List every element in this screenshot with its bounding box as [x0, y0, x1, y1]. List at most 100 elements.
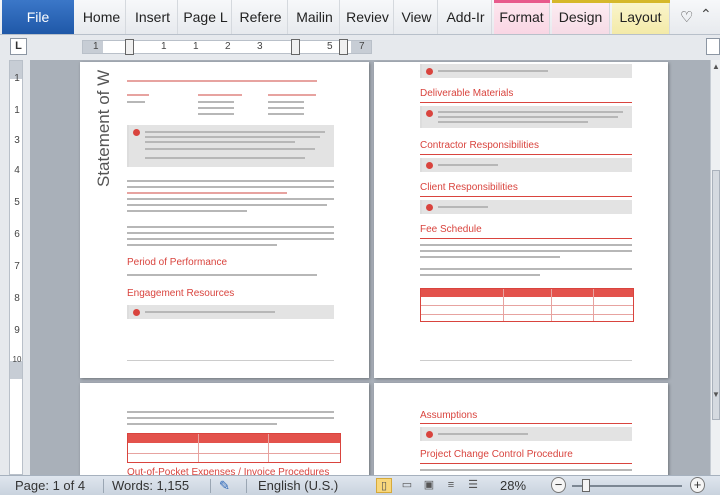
text-line — [127, 186, 334, 188]
table-header-row — [128, 434, 340, 443]
text-line — [127, 417, 334, 419]
info-icon — [426, 110, 433, 117]
document-page-1[interactable]: Statement of W Period of Performance Eng… — [80, 62, 369, 378]
text-line — [127, 244, 277, 246]
info-icon — [426, 162, 433, 169]
vruler-number: 10 — [12, 355, 22, 364]
right-indent-marker[interactable] — [339, 39, 348, 55]
text-line — [145, 141, 295, 143]
info-icon — [426, 204, 433, 211]
tab-layout[interactable]: Layout — [612, 0, 670, 34]
text-line — [127, 80, 317, 82]
info-icon — [426, 431, 433, 438]
info-icon — [426, 68, 433, 75]
text-line — [127, 198, 334, 200]
text-line — [145, 131, 325, 133]
tab-insert[interactable]: Insert — [128, 0, 178, 34]
guidance-note — [420, 64, 632, 78]
heading-period-of-performance: Period of Performance — [127, 257, 228, 268]
table-column-divider — [198, 434, 199, 462]
vertical-ruler-bar: 1 1 3 4 5 6 7 8 9 10 — [0, 60, 30, 475]
scrollbar-thumb[interactable] — [712, 170, 720, 420]
tab-design[interactable]: Design — [552, 0, 610, 34]
tab-file[interactable]: File — [2, 0, 74, 34]
table-tools-context-strip — [552, 0, 670, 3]
collapse-ribbon-icon[interactable]: ⌃ — [700, 6, 712, 23]
text-line — [268, 113, 304, 115]
proofing-icon[interactable]: ✎ — [219, 478, 230, 494]
full-screen-reading-icon[interactable]: ▭ — [399, 478, 415, 493]
tab-home[interactable]: Home — [78, 0, 126, 34]
tab-add-ins[interactable]: Add-Ir — [440, 0, 492, 34]
table-row-divider — [421, 314, 633, 315]
text-line — [127, 94, 149, 96]
zoom-in-button[interactable]: + — [690, 477, 705, 493]
ruler-number: 1 — [161, 41, 167, 52]
text-line — [127, 411, 334, 413]
ruler-bar: L 1 1 1 2 3 5 7 — [0, 35, 720, 60]
text-line — [127, 238, 334, 240]
zoom-slider-thumb[interactable] — [582, 479, 590, 492]
heading-contractor-responsibilities: Contractor Responsibilities — [420, 140, 539, 151]
tab-references[interactable]: Refere — [234, 0, 288, 34]
text-line — [420, 244, 632, 246]
text-line — [127, 423, 277, 425]
left-indent-marker[interactable] — [125, 39, 134, 55]
text-line — [268, 94, 316, 96]
print-layout-view-icon[interactable]: ▯ — [376, 478, 392, 493]
text-line — [268, 107, 304, 109]
vertical-ruler[interactable]: 1 1 3 4 5 6 7 8 9 10 — [9, 60, 23, 475]
column-marker[interactable] — [291, 39, 300, 55]
tab-format[interactable]: Format — [494, 0, 550, 34]
heart-icon[interactable]: ♡ — [680, 8, 693, 26]
fee-schedule-table[interactable] — [420, 288, 634, 322]
ruler-number: 1 — [193, 41, 199, 52]
zoom-out-button[interactable]: − — [551, 477, 566, 493]
text-line — [145, 157, 305, 159]
text-line — [198, 94, 242, 96]
view-ruler-button[interactable] — [706, 38, 720, 55]
draft-view-icon[interactable]: ☰ — [465, 478, 481, 493]
tab-selector-button[interactable]: L — [10, 38, 27, 55]
vruler-number: 6 — [14, 229, 20, 240]
guidance-note — [420, 106, 632, 128]
page-count[interactable]: Page: 1 of 4 — [15, 478, 85, 494]
tab-view[interactable]: View — [396, 0, 438, 34]
text-line — [268, 101, 304, 103]
document-canvas[interactable]: Statement of W Period of Performance Eng… — [30, 60, 710, 475]
horizontal-ruler[interactable]: 1 1 1 2 3 5 7 — [82, 39, 372, 55]
vertical-scrollbar[interactable]: ▲ ▼ — [710, 60, 720, 475]
resources-table[interactable] — [127, 433, 341, 463]
web-layout-icon[interactable]: ▣ — [421, 478, 437, 493]
scroll-down-arrow-icon[interactable]: ▼ — [711, 390, 720, 399]
document-page-4[interactable]: Assumptions Project Change Control Proce… — [374, 383, 668, 475]
page-footer — [127, 360, 334, 361]
text-line — [420, 268, 632, 270]
scroll-up-arrow-icon[interactable]: ▲ — [711, 62, 720, 71]
outline-view-icon[interactable]: ≡ — [443, 478, 459, 493]
status-separator — [103, 479, 104, 493]
document-page-3[interactable]: Out-of-Pocket Expenses / Invoice Procedu… — [80, 383, 369, 475]
text-line — [438, 433, 528, 435]
tab-page-layout[interactable]: Page L — [180, 0, 232, 34]
status-separator — [210, 479, 211, 493]
tab-review[interactable]: Reviev — [342, 0, 394, 34]
text-line — [127, 210, 247, 212]
text-line — [198, 113, 234, 115]
text-line — [420, 274, 540, 276]
text-line — [145, 148, 315, 150]
status-separator — [246, 479, 247, 493]
vruler-number: 5 — [14, 197, 20, 208]
language-indicator[interactable]: English (U.S.) — [258, 478, 338, 494]
text-line — [198, 107, 234, 109]
vruler-number: 1 — [14, 73, 20, 84]
word-count[interactable]: Words: 1,155 — [112, 478, 189, 494]
vruler-number: 3 — [14, 135, 20, 146]
text-line — [438, 116, 618, 118]
zoom-level[interactable]: 28% — [500, 478, 526, 494]
text-line — [127, 232, 334, 234]
vruler-number: 4 — [14, 165, 20, 176]
tab-mailings[interactable]: Mailin — [290, 0, 340, 34]
document-page-2[interactable]: Deliverable Materials Contractor Respons… — [374, 62, 668, 378]
ribbon-tab-bar: File Home Insert Page L Refere Mailin Re… — [0, 0, 720, 35]
